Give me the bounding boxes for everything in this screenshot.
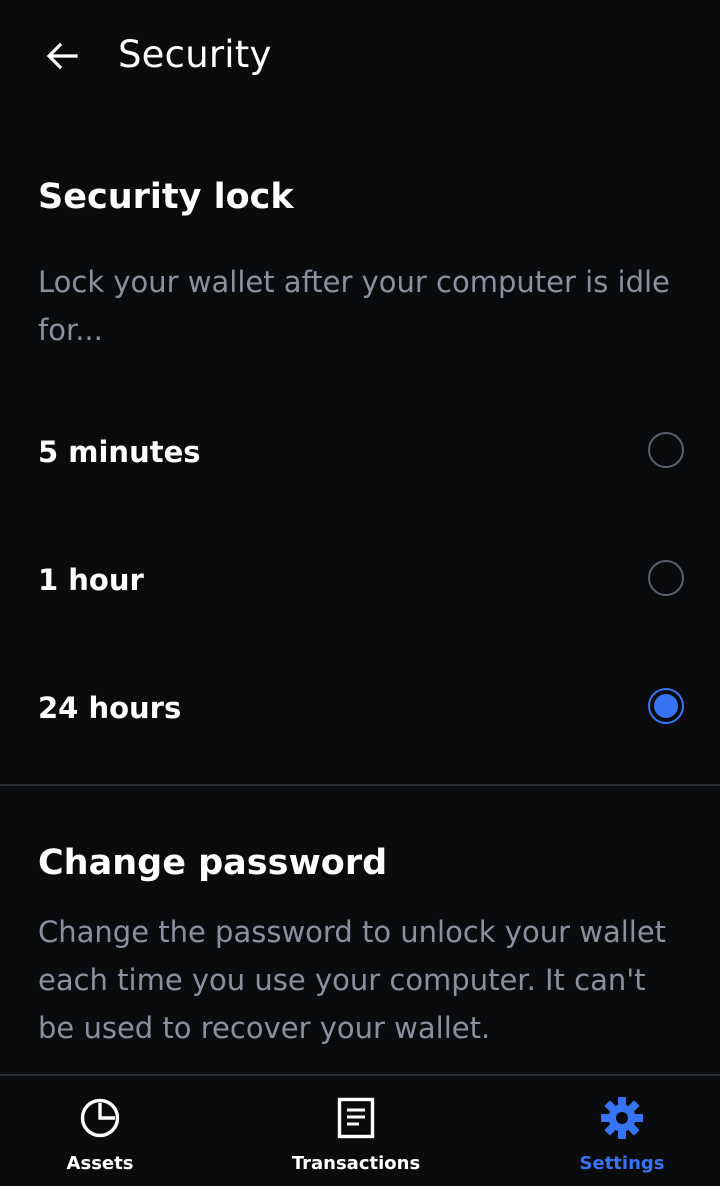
arrow-left-icon <box>46 42 78 70</box>
nav-item-settings[interactable]: Settings <box>522 1076 720 1186</box>
nav-label: Settings <box>579 1153 665 1174</box>
option-1-hour[interactable]: 1 hour <box>0 530 720 630</box>
option-label: 1 hour <box>38 563 144 597</box>
bottom-nav: Assets Transactions Settings <box>0 1074 720 1186</box>
document-icon <box>334 1096 378 1140</box>
pie-chart-icon <box>78 1096 122 1140</box>
radio-button[interactable] <box>648 560 684 596</box>
nav-label: Assets <box>66 1153 134 1174</box>
option-5-minutes[interactable]: 5 minutes <box>0 402 720 502</box>
security-lock-title: Security lock <box>38 177 294 217</box>
header: Security <box>0 0 720 112</box>
option-label: 24 hours <box>38 691 182 725</box>
nav-item-transactions[interactable]: Transactions <box>256 1076 456 1186</box>
option-24-hours[interactable]: 24 hours <box>0 658 720 758</box>
nav-item-assets[interactable]: Assets <box>0 1076 200 1186</box>
nav-label: Transactions <box>291 1153 421 1174</box>
back-button[interactable] <box>40 36 84 76</box>
change-password-title[interactable]: Change password <box>38 840 387 886</box>
section-divider <box>0 784 720 786</box>
change-password-description: Change the password to unlock your walle… <box>38 915 667 1045</box>
gear-icon <box>600 1096 644 1140</box>
radio-button-selected[interactable] <box>648 688 684 724</box>
page-title: Security <box>118 33 272 76</box>
radio-button[interactable] <box>648 432 684 468</box>
security-lock-description: Lock your wallet after your computer is … <box>38 265 670 347</box>
option-label: 5 minutes <box>38 435 201 469</box>
